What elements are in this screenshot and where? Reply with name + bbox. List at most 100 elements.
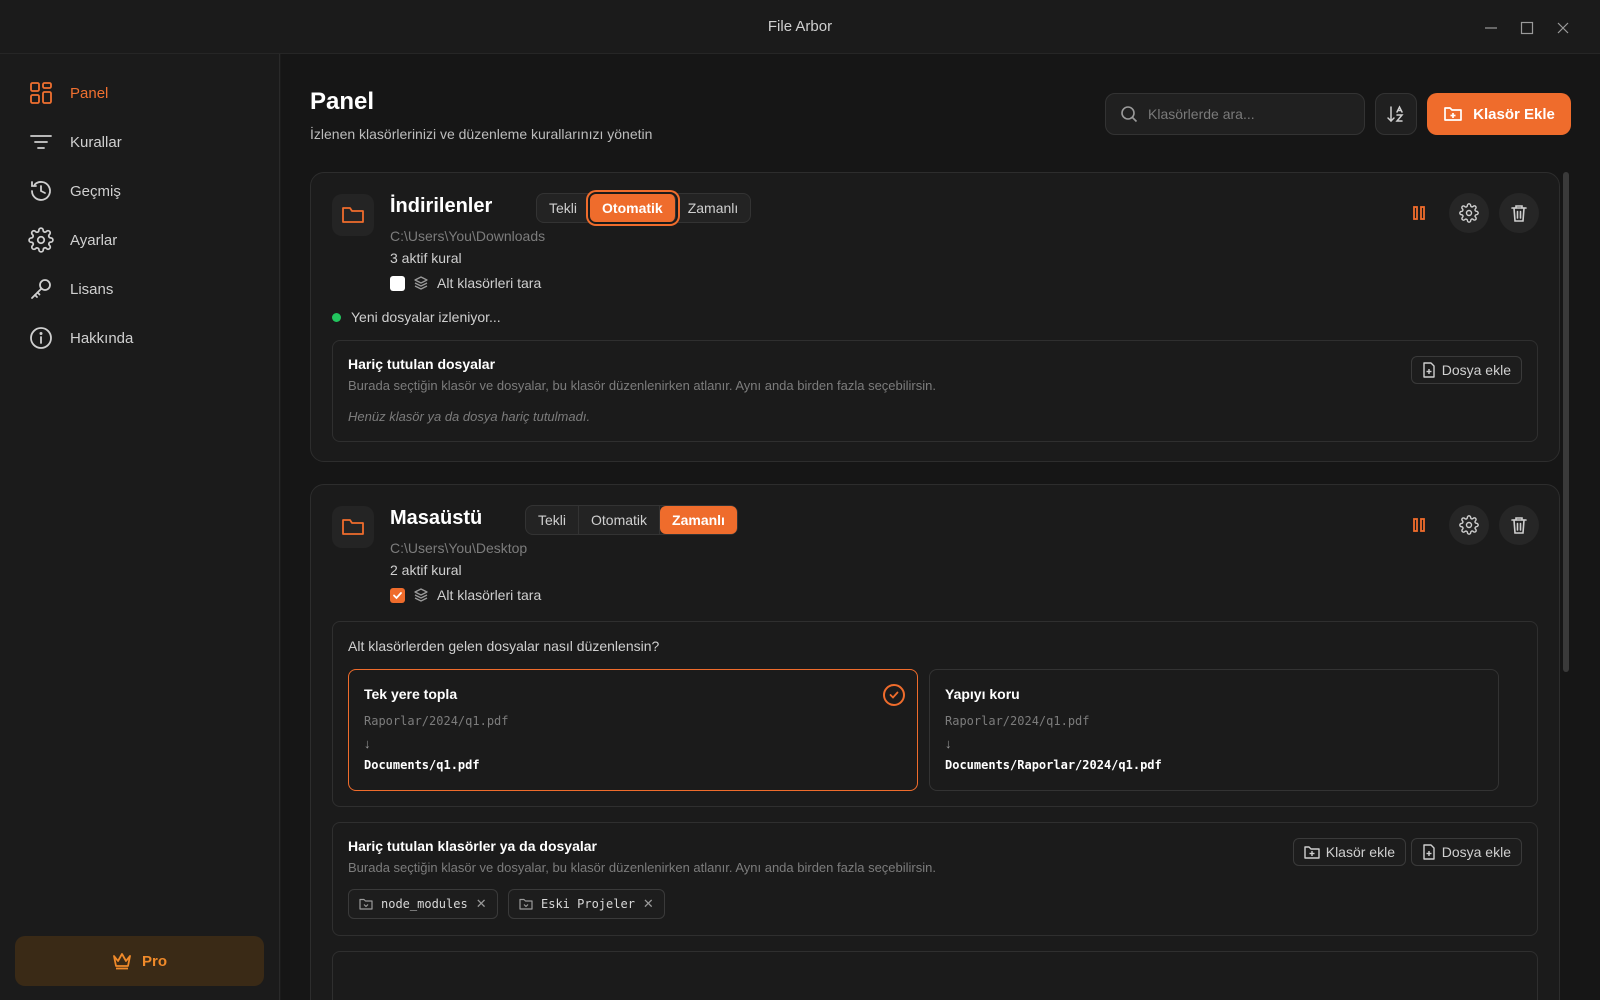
status-dot	[332, 312, 341, 322]
add-file-label: Dosya ekle	[1441, 362, 1511, 378]
subfolder-checkbox[interactable]	[390, 275, 405, 291]
status-text: Yeni dosyalar izleniyor...	[351, 309, 501, 325]
folder-settings-button[interactable]	[1449, 193, 1489, 233]
search-box	[1105, 93, 1365, 135]
excluded-chip: node_modules ✕	[348, 889, 498, 919]
remove-chip-icon[interactable]: ✕	[643, 896, 654, 912]
folder-icon-box	[332, 506, 374, 548]
sidebar-item-settings[interactable]: Ayarlar	[28, 223, 258, 257]
sidebar-item-label: Geçmiş	[70, 182, 121, 200]
excluded-chip-label: Eski Projeler	[541, 897, 635, 911]
pause-button[interactable]	[1399, 193, 1439, 233]
excluded-chip-label: node_modules	[381, 897, 468, 911]
gear-icon	[1459, 515, 1479, 535]
add-file-button[interactable]: Dosya ekle	[1410, 356, 1522, 384]
main-content: Panel İzlenen klasörlerinizi ve düzenlem…	[281, 54, 1600, 1000]
add-excluded-folder-button[interactable]: Klasör ekle	[1292, 838, 1406, 866]
search-input[interactable]	[1148, 106, 1348, 122]
excluded-chip: Eski Projeler ✕	[508, 889, 665, 919]
title-bar: File Arbor	[0, 0, 1600, 54]
scrollbar[interactable]	[1563, 172, 1569, 672]
option-keep-structure[interactable]: Yapıyı koru Raporlar/2024/q1.pdf ↓ Docum…	[929, 669, 1499, 791]
add-folder-button[interactable]: Klasör Ekle	[1427, 93, 1571, 135]
subfolder-label: Alt klasörleri tara	[437, 587, 542, 603]
sidebar-item-history[interactable]: Geçmiş	[28, 174, 258, 208]
mode-scheduled-button[interactable]: Zamanlı	[676, 194, 751, 222]
page-title: Panel	[310, 88, 375, 115]
mode-selector: Tekli Otomatik Zamanlı	[536, 193, 752, 223]
excluded-panel: Hariç tutulan klasörler ya da dosyalar B…	[332, 822, 1538, 936]
checkmark-icon	[393, 591, 402, 599]
excluded-panel: Hariç tutulan dosyalar Burada seçtiğin k…	[332, 340, 1538, 442]
sidebar-item-label: Panel	[70, 84, 109, 102]
gear-icon	[1459, 203, 1479, 223]
folder-icon	[342, 519, 364, 535]
minimize-icon	[1485, 27, 1497, 29]
page-subtitle: İzlenen klasörlerinizi ve düzenleme kura…	[310, 126, 653, 142]
excluded-description: Burada seçtiğin klasör ve dosyalar, bu k…	[348, 860, 936, 875]
sidebar-item-label: Hakkında	[70, 329, 134, 347]
excluded-title: Hariç tutulan klasörler ya da dosyalar	[348, 838, 597, 854]
sidebar-item-rules[interactable]: Kurallar	[28, 125, 258, 159]
add-folder-label: Klasör ekle	[1325, 844, 1395, 860]
rule-count: 3 aktif kural	[390, 250, 462, 266]
info-icon	[30, 327, 52, 349]
mode-scheduled-button[interactable]: Zamanlı	[660, 506, 737, 534]
add-file-button[interactable]: Dosya ekle	[1410, 838, 1522, 866]
option-destination-path: Documents/Raporlar/2024/q1.pdf	[945, 758, 1162, 772]
option-source-path: Raporlar/2024/q1.pdf	[945, 714, 1090, 728]
option-flatten[interactable]: Tek yere topla Raporlar/2024/q1.pdf ↓ Do…	[348, 669, 918, 791]
excluded-title: Hariç tutulan dosyalar	[348, 356, 496, 372]
search-icon	[1121, 106, 1138, 123]
remove-chip-icon[interactable]: ✕	[476, 896, 487, 912]
subfolder-scan-toggle[interactable]: Alt klasörleri tara	[390, 587, 541, 603]
mode-single-button[interactable]: Tekli	[526, 506, 580, 534]
mode-auto-button[interactable]: Otomatik	[579, 506, 661, 534]
mode-selector: Tekli Otomatik Zamanlı	[525, 505, 738, 535]
subfolder-scan-toggle[interactable]: Alt klasörleri tara	[390, 275, 541, 291]
folder-name: İndirilenler	[390, 195, 493, 217]
subfolder-label: Alt klasörleri tara	[437, 275, 542, 291]
sort-az-icon	[1387, 105, 1404, 123]
sidebar-item-label: Lisans	[70, 280, 114, 298]
window-title: File Arbor	[767, 18, 833, 35]
pause-button[interactable]	[1399, 505, 1439, 545]
sidebar-item-panel[interactable]: Panel	[28, 76, 258, 110]
folder-icon	[519, 898, 533, 910]
sort-button[interactable]	[1375, 93, 1417, 135]
add-folder-label: Klasör Ekle	[1473, 105, 1555, 123]
maximize-button[interactable]	[1513, 14, 1541, 42]
rule-count: 2 aktif kural	[390, 562, 462, 578]
option-title: Yapıyı koru	[945, 686, 1020, 702]
delete-folder-button[interactable]	[1499, 193, 1539, 233]
layers-icon	[414, 276, 428, 290]
add-file-label: Dosya ekle	[1441, 844, 1511, 860]
folder-plus-icon	[1304, 846, 1320, 859]
next-panel	[332, 951, 1538, 1000]
trash-icon	[1511, 205, 1527, 222]
pro-button[interactable]: Pro	[15, 936, 264, 986]
trash-icon	[1511, 517, 1527, 534]
layers-icon	[414, 588, 428, 602]
sidebar-item-label: Ayarlar	[70, 231, 118, 249]
delete-folder-button[interactable]	[1499, 505, 1539, 545]
file-plus-icon	[1423, 362, 1435, 378]
arrow-down-icon: ↓	[364, 736, 371, 751]
mode-single-button[interactable]: Tekli	[537, 194, 591, 222]
excluded-empty-text: Henüz klasör ya da dosya hariç tutulmadı…	[348, 409, 591, 424]
crown-icon	[113, 953, 131, 970]
folder-plus-icon	[1444, 107, 1462, 121]
sidebar-item-license[interactable]: Lisans	[28, 272, 258, 306]
folder-icon	[342, 207, 364, 223]
subfolder-checkbox[interactable]	[390, 587, 405, 603]
check-circle-icon	[883, 684, 905, 706]
sidebar: Panel Kurallar Geçmiş Ayarlar Lisans Hak…	[0, 54, 280, 1000]
close-button[interactable]	[1549, 14, 1577, 42]
folder-icon	[359, 898, 373, 910]
mode-auto-button[interactable]: Otomatik	[590, 194, 676, 222]
sidebar-item-about[interactable]: Hakkında	[28, 321, 258, 355]
dashboard-icon	[30, 82, 52, 104]
subfolder-mode-panel: Alt klasörlerden gelen dosyalar nasıl dü…	[332, 621, 1538, 807]
folder-settings-button[interactable]	[1449, 505, 1489, 545]
minimize-button[interactable]	[1477, 14, 1505, 42]
